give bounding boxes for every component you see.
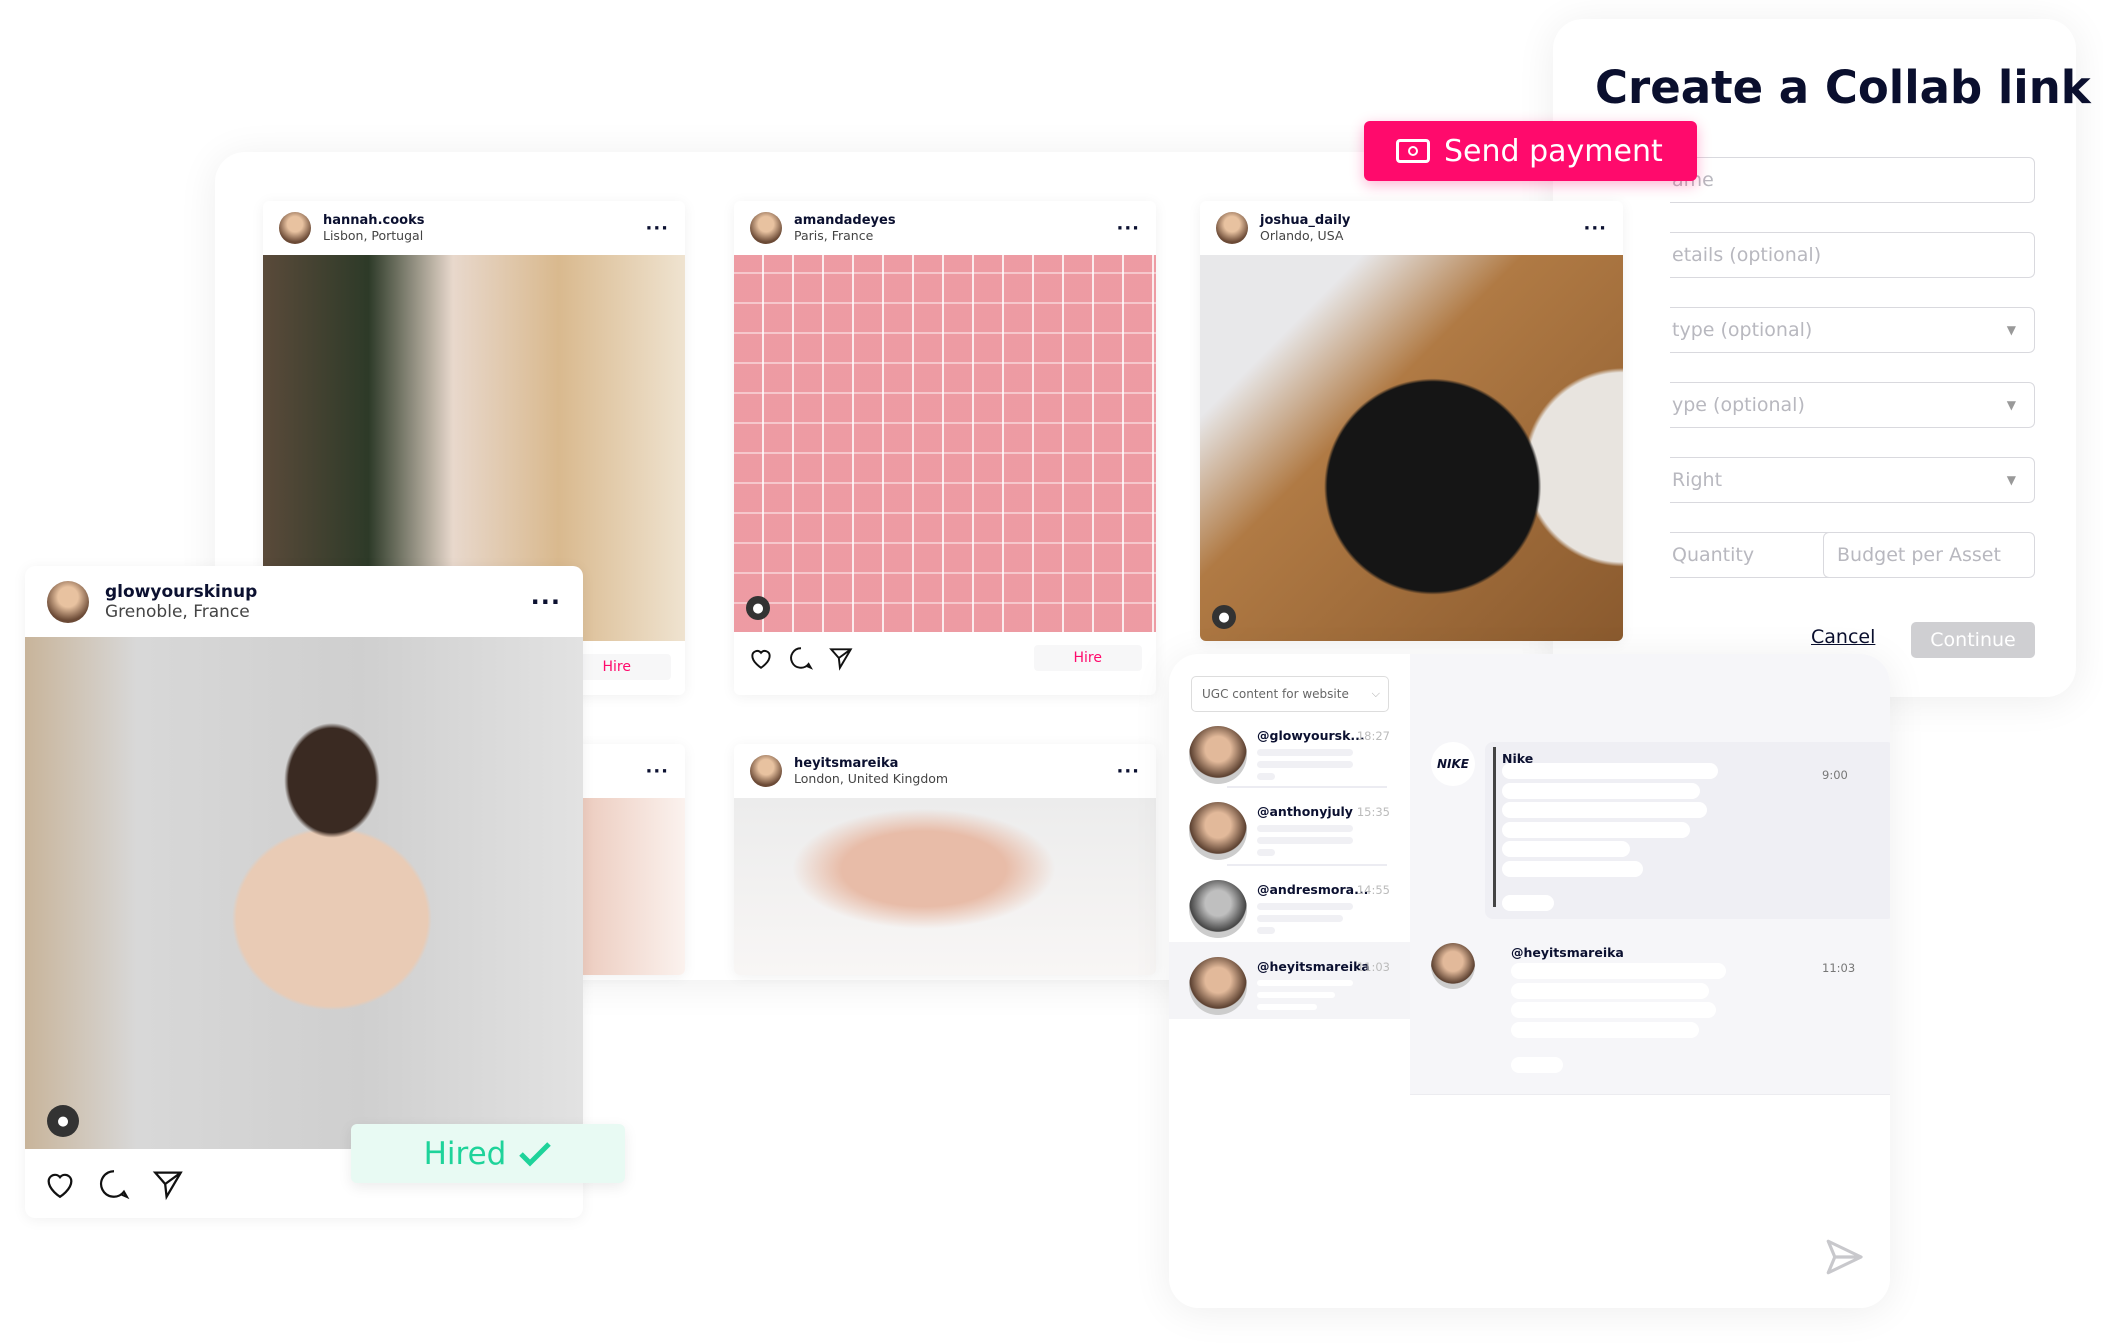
post-card: joshua_daily Orlando, USA ··· ● bbox=[1200, 201, 1623, 641]
message-sender: @heyitsmareika bbox=[1511, 945, 1624, 960]
post-image: ● bbox=[1200, 255, 1623, 641]
comment-icon[interactable] bbox=[97, 1167, 131, 1201]
heart-icon[interactable] bbox=[43, 1167, 77, 1201]
conversation-list: UGC content for website ⌵ @glowyoursk... 1… bbox=[1169, 654, 1410, 1308]
cancel-link[interactable]: Cancel bbox=[1811, 626, 1875, 648]
nike-logo: NIKE bbox=[1431, 742, 1475, 786]
campaign-select[interactable]: UGC content for website ⌵ bbox=[1191, 676, 1389, 712]
chat-panel: UGC content for website ⌵ @glowyoursk... 1… bbox=[1169, 654, 1890, 1308]
name-field[interactable]: ame bbox=[1663, 157, 2035, 203]
post-image: ● bbox=[25, 637, 583, 1149]
user-icon: ● bbox=[746, 596, 770, 620]
continue-button[interactable]: Continue bbox=[1911, 622, 2035, 658]
avatar bbox=[279, 212, 311, 244]
featured-post-card: glowyourskinup Grenoble, France ··· ● bbox=[25, 566, 583, 1218]
comment-icon[interactable] bbox=[788, 645, 814, 671]
avatar bbox=[1189, 957, 1247, 1015]
user-icon: ● bbox=[47, 1105, 79, 1137]
check-icon bbox=[519, 1141, 552, 1167]
send-payment-button[interactable]: Send payment bbox=[1364, 121, 1697, 181]
post-card: amandadeyes Paris, France ··· ● Hire bbox=[734, 201, 1156, 695]
details-field[interactable]: etails (optional) bbox=[1663, 232, 2035, 278]
quantity-field[interactable]: Quantity bbox=[1663, 532, 1843, 578]
more-icon[interactable]: ··· bbox=[1116, 761, 1140, 782]
message-area: NIKE Nike 9:00 @heyitsmareika 11:03 bbox=[1410, 654, 1890, 1094]
more-icon[interactable]: ··· bbox=[1583, 218, 1607, 239]
caret-down-icon: ▼ bbox=[2006, 473, 2016, 487]
collab-title: Create a Collab link bbox=[1595, 61, 2091, 114]
type-select-2[interactable]: ype (optional) ▼ bbox=[1663, 382, 2035, 428]
message-time: 11:03 bbox=[1822, 961, 1856, 975]
type-select-1[interactable]: type (optional) ▼ bbox=[1663, 307, 2035, 353]
hire-button[interactable]: Hire bbox=[1033, 645, 1142, 671]
caret-down-icon: ▼ bbox=[2006, 398, 2016, 412]
send-icon[interactable] bbox=[1823, 1236, 1865, 1278]
avatar bbox=[1189, 726, 1247, 784]
message-input[interactable] bbox=[1410, 1094, 1890, 1308]
post-card: heyitsmareika London, United Kingdom ··· bbox=[734, 744, 1156, 975]
share-icon[interactable] bbox=[828, 645, 854, 671]
avatar bbox=[750, 755, 782, 787]
hired-badge: Hired bbox=[351, 1124, 625, 1183]
more-icon[interactable]: ··· bbox=[1116, 218, 1140, 239]
money-icon bbox=[1396, 139, 1430, 163]
right-select[interactable]: Right ▼ bbox=[1663, 457, 2035, 503]
message-time: 9:00 bbox=[1822, 768, 1848, 782]
chevron-down-icon: ⌵ bbox=[1371, 687, 1380, 700]
more-icon[interactable]: ··· bbox=[645, 761, 669, 782]
message-bubble: Nike 9:00 bbox=[1485, 742, 1890, 919]
avatar bbox=[47, 580, 89, 623]
post-image: ● bbox=[734, 255, 1156, 632]
avatar bbox=[750, 212, 782, 244]
share-icon[interactable] bbox=[151, 1167, 185, 1201]
budget-field[interactable]: Budget per Asset bbox=[1823, 532, 2035, 578]
conversation-item-active[interactable]: @heyitsmareika 11:03 bbox=[1169, 942, 1410, 1019]
user-icon: ● bbox=[1212, 605, 1236, 629]
heart-icon[interactable] bbox=[748, 645, 774, 671]
avatar bbox=[1189, 880, 1247, 938]
avatar bbox=[1216, 212, 1248, 244]
avatar bbox=[1431, 943, 1475, 989]
more-icon[interactable]: ··· bbox=[531, 588, 561, 616]
avatar bbox=[1189, 802, 1247, 860]
more-icon[interactable]: ··· bbox=[645, 218, 669, 239]
post-image bbox=[734, 798, 1156, 975]
caret-down-icon: ▼ bbox=[2006, 323, 2016, 337]
